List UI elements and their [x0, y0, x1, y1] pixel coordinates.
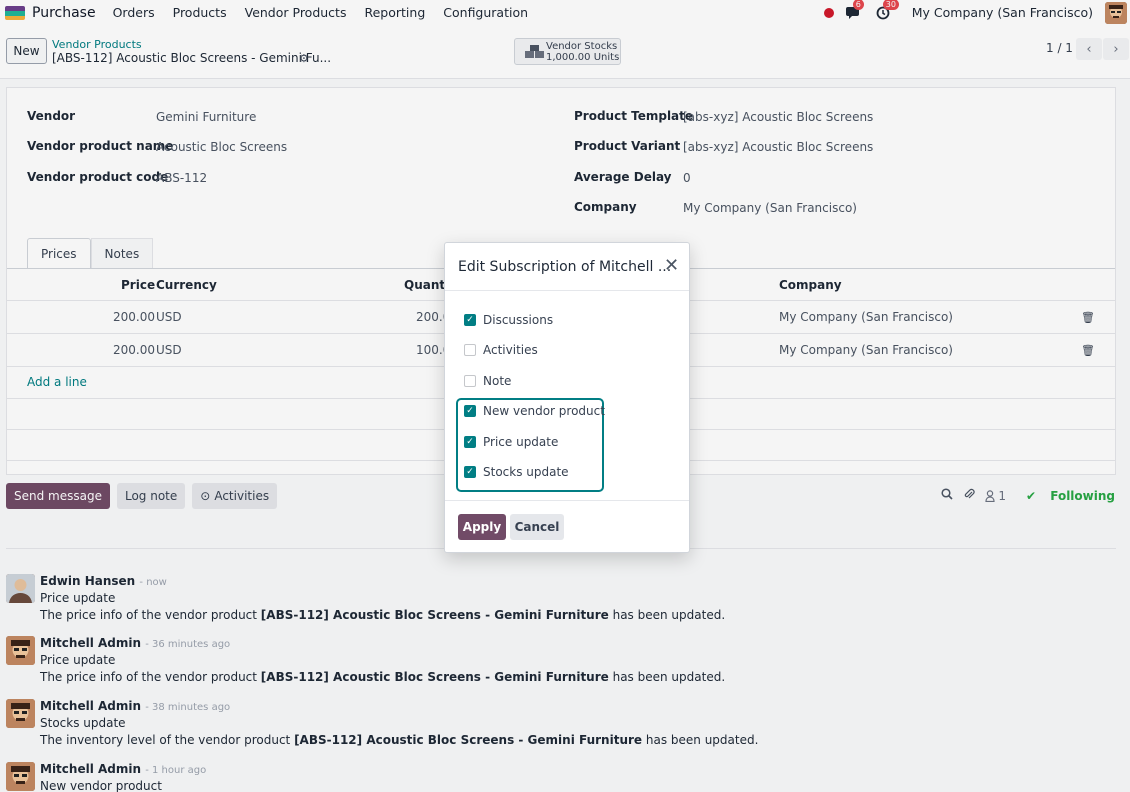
option-stocks-update[interactable]: ✓ Stocks update — [464, 464, 569, 480]
checkbox-discussions[interactable]: ✓ — [464, 314, 476, 326]
checkbox-activities[interactable] — [464, 344, 476, 356]
option-note[interactable]: Note — [464, 373, 511, 389]
checkbox-new-vendor-product[interactable]: ✓ — [464, 405, 476, 417]
close-icon[interactable]: ✕ — [664, 255, 679, 276]
dialog-header: Edit Subscription of Mitchell ... ✕ — [445, 243, 689, 291]
option-label: Activities — [483, 343, 538, 357]
checkbox-price-update[interactable]: ✓ — [464, 436, 476, 448]
dialog-title: Edit Subscription of Mitchell ... — [458, 259, 672, 275]
apply-button[interactable]: Apply — [458, 514, 506, 540]
option-label: Stocks update — [483, 465, 569, 479]
option-label: Note — [483, 374, 512, 388]
dialog-footer: Apply Cancel — [445, 500, 689, 552]
cancel-button[interactable]: Cancel — [510, 514, 564, 540]
edit-subscription-dialog: Edit Subscription of Mitchell ... ✕ ✓ Di… — [444, 242, 690, 553]
option-label: Discussions — [483, 313, 554, 327]
option-label: Price update — [483, 435, 559, 449]
checkbox-stocks-update[interactable]: ✓ — [464, 466, 476, 478]
option-label: New vendor product — [483, 404, 605, 418]
option-activities[interactable]: Activities — [464, 342, 538, 358]
checkbox-note[interactable] — [464, 375, 476, 387]
option-new-vendor-product[interactable]: ✓ New vendor product — [464, 403, 605, 419]
option-discussions[interactable]: ✓ Discussions — [464, 312, 553, 328]
option-price-update[interactable]: ✓ Price update — [464, 434, 558, 450]
